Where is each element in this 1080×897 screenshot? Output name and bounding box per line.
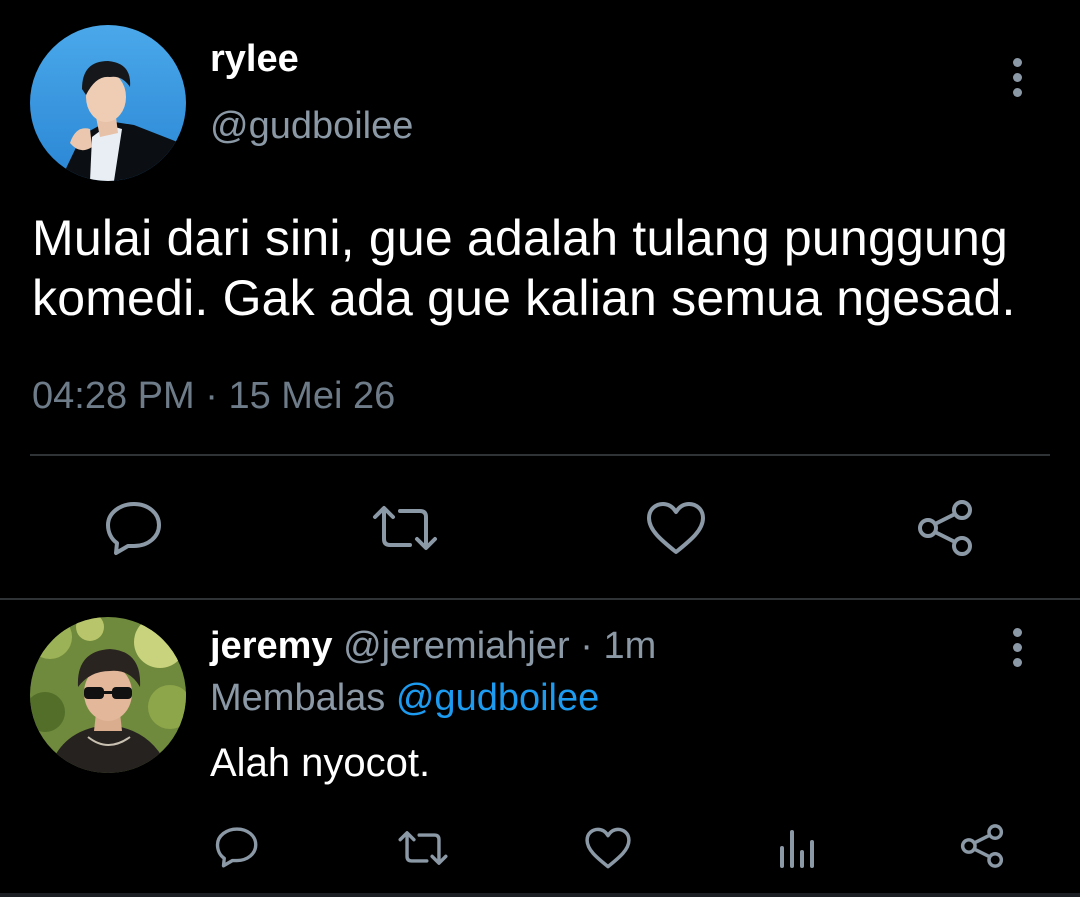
divider [30,454,1050,456]
author-handle[interactable]: @gudboilee [210,105,413,148]
retweet-icon[interactable] [370,503,440,553]
avatar[interactable] [30,617,186,773]
mention-link[interactable]: @gudboilee [396,677,599,719]
reply-header: jeremy @jeremiahjer · 1m [210,625,656,668]
tweet-text: Mulai dari sini, gue adalah tulang pungg… [32,210,1016,326]
tweet-timestamp: 04:28 PM · 15 Mei 26 [32,375,395,418]
reply-icon[interactable] [214,826,260,868]
share-icon[interactable] [958,822,1006,870]
share-icon[interactable] [914,498,976,558]
divider [0,893,1080,897]
main-tweet: rylee @gudboilee Mulai dari sini, gue ad… [0,0,1080,598]
avatar[interactable] [30,25,186,181]
replying-to: Membalas @gudboilee [210,677,599,720]
more-options-icon[interactable] [1007,628,1027,667]
author-name[interactable]: jeremy [210,625,333,667]
like-icon[interactable] [645,500,707,556]
relative-time: 1m [603,625,657,667]
divider [0,598,1080,600]
tweet-time: 04:28 PM [32,375,195,417]
more-options-icon[interactable] [1007,58,1027,97]
time-separator: · [569,625,604,667]
like-icon[interactable] [584,826,632,870]
timestamp-separator: · [194,375,229,417]
analytics-icon[interactable] [778,828,816,868]
reply-text: Alah nyocot. [210,741,431,785]
tweet-date: 15 Mei 26 [228,375,396,417]
author-name[interactable]: rylee [210,38,299,81]
retweet-icon[interactable] [396,829,450,867]
author-handle[interactable]: @jeremiahjer [343,625,570,667]
reply-icon[interactable] [104,500,164,556]
replying-label: Membalas [210,677,386,719]
